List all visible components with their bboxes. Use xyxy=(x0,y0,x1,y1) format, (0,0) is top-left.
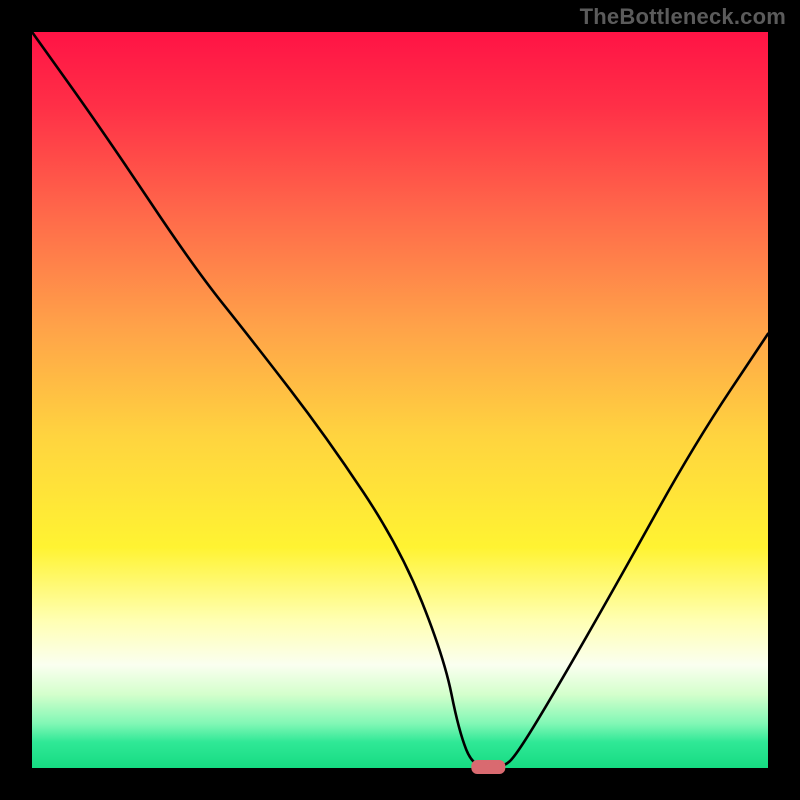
chart-frame: TheBottleneck.com xyxy=(0,0,800,800)
optimum-marker xyxy=(471,760,505,774)
bottleneck-chart xyxy=(0,0,800,800)
watermark-text: TheBottleneck.com xyxy=(580,4,786,30)
plot-background xyxy=(32,32,768,768)
